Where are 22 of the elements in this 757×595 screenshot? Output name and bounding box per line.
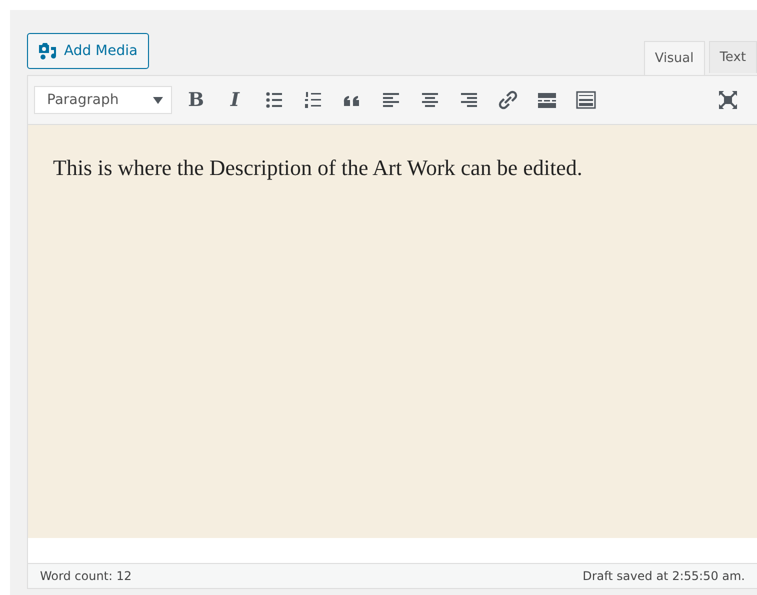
editor-content[interactable]: This is where the Description of the Art Work can be edited. bbox=[28, 125, 757, 538]
description-text: This is where the Description of the Art Work can be edited. bbox=[53, 155, 584, 181]
editor-tab[interactable]: Text bbox=[708, 41, 757, 73]
italic-button[interactable]: I bbox=[219, 85, 251, 115]
align-center-icon bbox=[420, 90, 440, 110]
bullet-list-icon bbox=[264, 90, 284, 110]
word-count: Word count: 12 bbox=[40, 569, 132, 583]
caret-icon bbox=[153, 96, 163, 104]
fullscreen-icon bbox=[718, 90, 738, 110]
align-left-icon bbox=[381, 90, 401, 110]
bold-button[interactable]: B bbox=[180, 85, 212, 115]
camera-music-icon bbox=[38, 41, 58, 61]
format-select[interactable]: Paragraph bbox=[34, 86, 172, 114]
add-media-button[interactable]: Add Media bbox=[27, 33, 149, 69]
numbered-list-icon bbox=[303, 90, 323, 110]
link-icon bbox=[498, 90, 518, 110]
keyboard-icon bbox=[576, 90, 596, 110]
draft-saved-text: Draft saved at 2:55:50 am. bbox=[582, 569, 745, 583]
read-more-icon bbox=[537, 90, 557, 110]
editor-tab[interactable]: Visual bbox=[644, 41, 705, 76]
select-value: Paragraph bbox=[47, 92, 119, 108]
align-right-icon bbox=[459, 90, 479, 110]
